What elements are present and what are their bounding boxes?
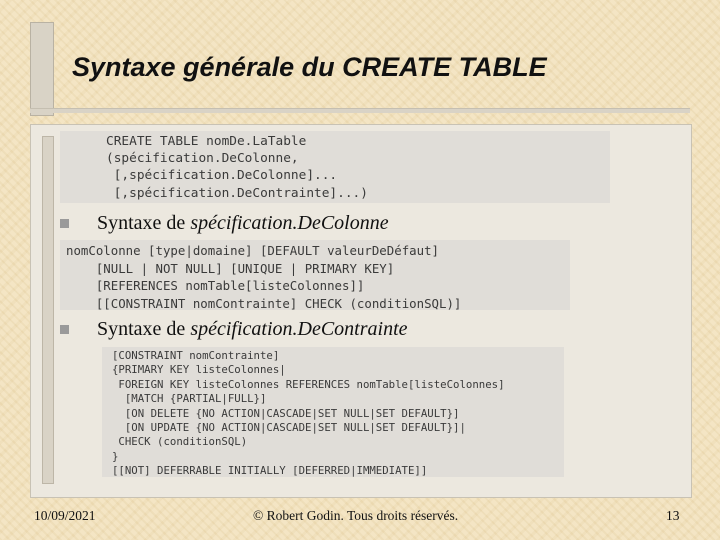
content-decor-bar (42, 136, 54, 484)
square-bullet-icon (60, 325, 69, 334)
bullet-item-constraint-spec: Syntaxe de spécification.DeContrainte (60, 318, 408, 341)
square-bullet-icon (60, 219, 69, 228)
create-table-syntax-code: CREATE TABLE nomDe.LaTable (spécificatio… (60, 131, 610, 203)
bullet-text: Syntaxe de spécification.DeContrainte (97, 318, 408, 340)
constraint-spec-syntax-code: [CONSTRAINT nomContrainte] {PRIMARY KEY … (102, 347, 564, 477)
slide-title: Syntaxe générale du CREATE TABLE (72, 52, 547, 82)
bullet-text: Syntaxe de spécification.DeColonne (97, 212, 389, 234)
title-decor-bar (30, 22, 54, 116)
footer-date: 10/09/2021 (34, 508, 96, 523)
title-underline-decor (30, 108, 690, 113)
footer-copyright: © Robert Godin. Tous droits réservés. (253, 508, 459, 523)
bullet-item-column-spec: Syntaxe de spécification.DeColonne (60, 212, 389, 235)
page-number: 13 (666, 508, 680, 523)
column-spec-syntax-code: nomColonne [type|domaine] [DEFAULT valeu… (60, 240, 570, 311)
